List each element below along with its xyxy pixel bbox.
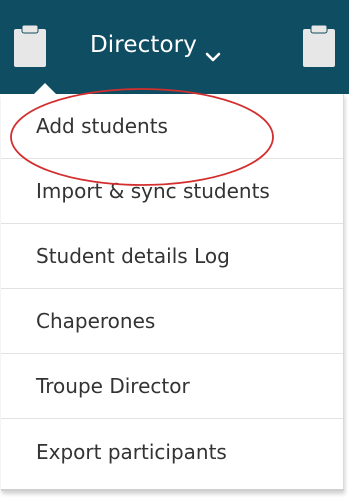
clipboard-icon[interactable] bbox=[302, 24, 336, 68]
menu-item-import-sync-students[interactable]: Import & sync students bbox=[1, 159, 343, 224]
menu-item-label: Add students bbox=[36, 114, 168, 138]
chevron-down-icon bbox=[205, 39, 221, 62]
menu-item-export-participants[interactable]: Export participants bbox=[1, 419, 343, 484]
top-navbar: Directory bbox=[0, 0, 349, 94]
menu-item-student-details-log[interactable]: Student details Log bbox=[1, 224, 343, 289]
menu-item-add-students[interactable]: Add students bbox=[1, 94, 343, 159]
menu-item-chaperones[interactable]: Chaperones bbox=[1, 289, 343, 354]
clipboard-icon[interactable] bbox=[13, 24, 47, 68]
menu-item-label: Chaperones bbox=[36, 309, 156, 333]
directory-dropdown-menu: Add students Import & sync students Stud… bbox=[1, 94, 344, 491]
menu-item-label: Troupe Director bbox=[36, 374, 190, 398]
directory-title: Directory bbox=[90, 32, 197, 58]
menu-item-troupe-director[interactable]: Troupe Director bbox=[1, 354, 343, 419]
directory-dropdown-toggle[interactable]: Directory bbox=[90, 28, 221, 62]
menu-item-label: Student details Log bbox=[36, 244, 230, 268]
menu-item-label: Export participants bbox=[36, 439, 227, 464]
menu-item-label: Import & sync students bbox=[36, 179, 270, 203]
